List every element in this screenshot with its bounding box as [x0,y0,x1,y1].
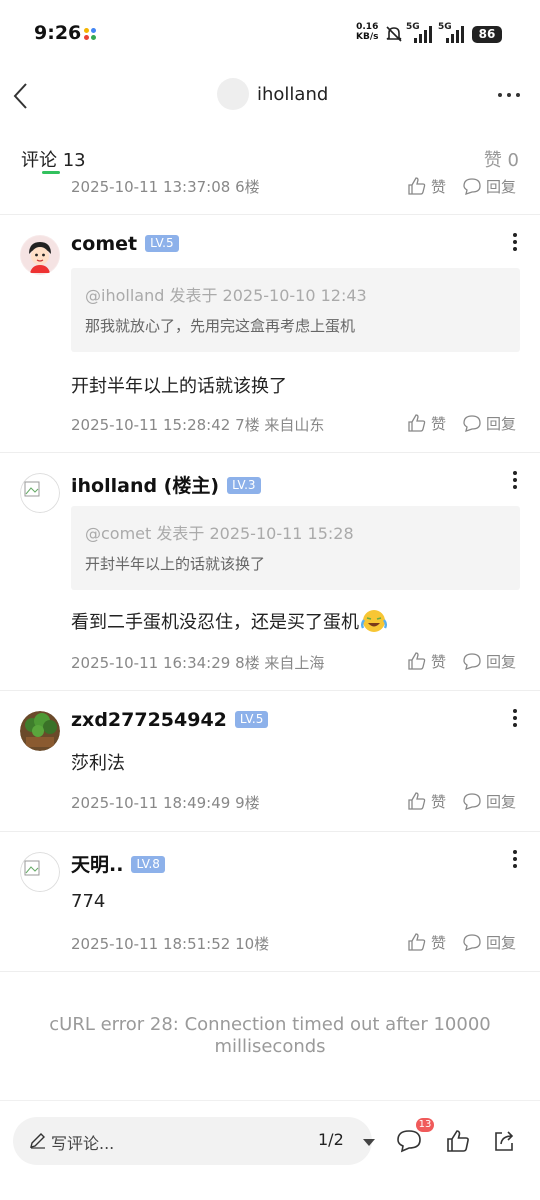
reply-button[interactable]: 回复 [462,932,516,953]
comment-username[interactable]: iholland (楼主) LV.3 [71,471,261,498]
comment-body: 开封半年以上的话就该换了 [71,376,287,397]
plant-photo-avatar-icon [20,711,60,751]
like-button[interactable]: 赞 [407,651,446,672]
thumbs-up-icon [408,652,426,670]
comment-menu-icon[interactable] [512,850,518,868]
thumbs-up-icon [408,177,426,195]
tab-likes[interactable]: 赞 0 [484,146,519,172]
comment-body: 看到二手蛋机没忍住，还是买了蛋机 [71,608,387,634]
crying-laughing-emoji-icon [361,610,387,632]
broken-image-icon [20,852,60,892]
write-comment-input[interactable]: 写评论... 1/2 [13,1117,375,1165]
speech-bubble-icon [463,178,481,195]
comment-meta: 2025-10-11 13:37:08 6楼 [71,178,260,196]
level-badge: LV.5 [234,711,269,728]
comment-item: comet LV.5 @iholland 发表于 2025-10-10 12:43… [0,215,540,453]
cartoon-avatar-icon [21,236,59,274]
user-avatar[interactable] [20,235,60,275]
reply-button[interactable]: 回复 [462,651,516,672]
tab-bar: 评论 13 赞 0 [0,124,540,176]
quote-text: 那我就放心了，先用完这盒再考虑上蛋机 [85,317,356,335]
quote-header: @iholland 发表于 2025-10-10 12:43 [85,286,367,305]
author-avatar[interactable] [217,78,249,110]
quote-text: 开封半年以上的话就该换了 [85,555,266,573]
comment-username[interactable]: 天明.. LV.8 [71,850,165,877]
comment-item: iholland (楼主) LV.3 @comet 发表于 2025-10-11 … [0,453,540,691]
comment-item: 天明.. LV.8 774 2025-10-11 18:51:52 10楼 赞 回… [0,832,540,972]
write-comment-placeholder: 写评论... [51,1134,115,1153]
like-button[interactable]: 赞 [407,932,446,953]
network-speed: 0.16 KB/s [356,22,379,42]
reply-button[interactable]: 回复 [462,791,516,812]
more-options-icon[interactable] [496,86,522,102]
pen-icon [30,1133,45,1149]
speech-bubble-icon [463,793,481,810]
user-avatar[interactable] [20,473,60,513]
comment-meta: 2025-10-11 16:34:29 8楼 来自上海 [71,654,325,672]
thumbs-up-icon[interactable] [446,1129,470,1153]
tab-comments[interactable]: 评论 13 [21,146,86,172]
comment-list: 2025-10-11 13:37:08 6楼 赞 回复 comet LV.5 @i… [0,176,540,972]
signal-icon-1 [414,26,432,43]
comment-item-partial: 2025-10-11 13:37:08 6楼 赞 回复 [0,176,540,215]
quoted-comment[interactable]: @iholland 发表于 2025-10-10 12:43 那我就放心了，先用… [71,268,520,352]
thumbs-up-icon [408,933,426,951]
share-icon[interactable] [492,1129,516,1153]
comment-meta: 2025-10-11 18:51:52 10楼 [71,935,270,953]
comment-username[interactable]: comet LV.5 [71,233,179,255]
user-avatar[interactable] [20,711,60,751]
level-badge: LV.3 [227,477,261,494]
comment-menu-icon[interactable] [512,233,518,251]
speech-bubble-icon [463,415,481,432]
reply-button[interactable]: 回复 [462,176,516,197]
active-tab-indicator [42,171,60,174]
like-button[interactable]: 赞 [407,176,446,197]
broken-image-icon [20,473,60,513]
mute-bell-icon [386,26,402,42]
page-dropdown-icon[interactable] [363,1139,375,1146]
speech-bubble-icon [463,653,481,670]
comment-count-badge: 13 [416,1118,434,1132]
comments-icon[interactable] [396,1129,422,1153]
battery-icon: 86 [472,26,502,43]
comment-username[interactable]: zxd277254942 LV.5 [71,709,269,731]
level-badge: LV.5 [145,235,179,252]
quoted-comment[interactable]: @comet 发表于 2025-10-11 15:28 开封半年以上的话就该换了 [71,506,520,590]
author-name[interactable]: iholland [257,84,328,105]
level-badge: LV.8 [131,856,165,873]
thumbs-up-icon [408,414,426,432]
back-arrow-icon[interactable] [12,82,32,110]
comment-menu-icon[interactable] [512,709,518,727]
thumbs-up-icon [408,792,426,810]
status-bar: 9:26 0.16 KB/s 5G 5G 86 [0,0,540,70]
reply-button[interactable]: 回复 [462,413,516,434]
comment-menu-icon[interactable] [512,471,518,489]
bottom-action-bar: 写评论... 1/2 13 [0,1100,540,1200]
speech-bubble-icon [463,934,481,951]
comment-item: zxd277254942 LV.5 莎利法 2025-10-11 18:49:49… [0,691,540,832]
signal-icon-2 [446,26,464,43]
comment-meta: 2025-10-11 15:28:42 7楼 来自山东 [71,416,325,434]
user-avatar[interactable] [20,852,60,892]
like-button[interactable]: 赞 [407,413,446,434]
like-button[interactable]: 赞 [407,791,446,812]
page-header: iholland [0,70,540,124]
comment-body: 774 [71,891,106,912]
comment-body: 莎利法 [71,753,125,774]
status-time: 9:26 [34,22,82,44]
app-notification-icon [84,28,96,40]
load-error-message: cURL error 28: Connection timed out afte… [49,1014,491,1057]
comment-meta: 2025-10-11 18:49:49 9楼 [71,794,260,812]
page-indicator[interactable]: 1/2 [318,1130,344,1149]
quote-header: @comet 发表于 2025-10-11 15:28 [85,524,354,543]
